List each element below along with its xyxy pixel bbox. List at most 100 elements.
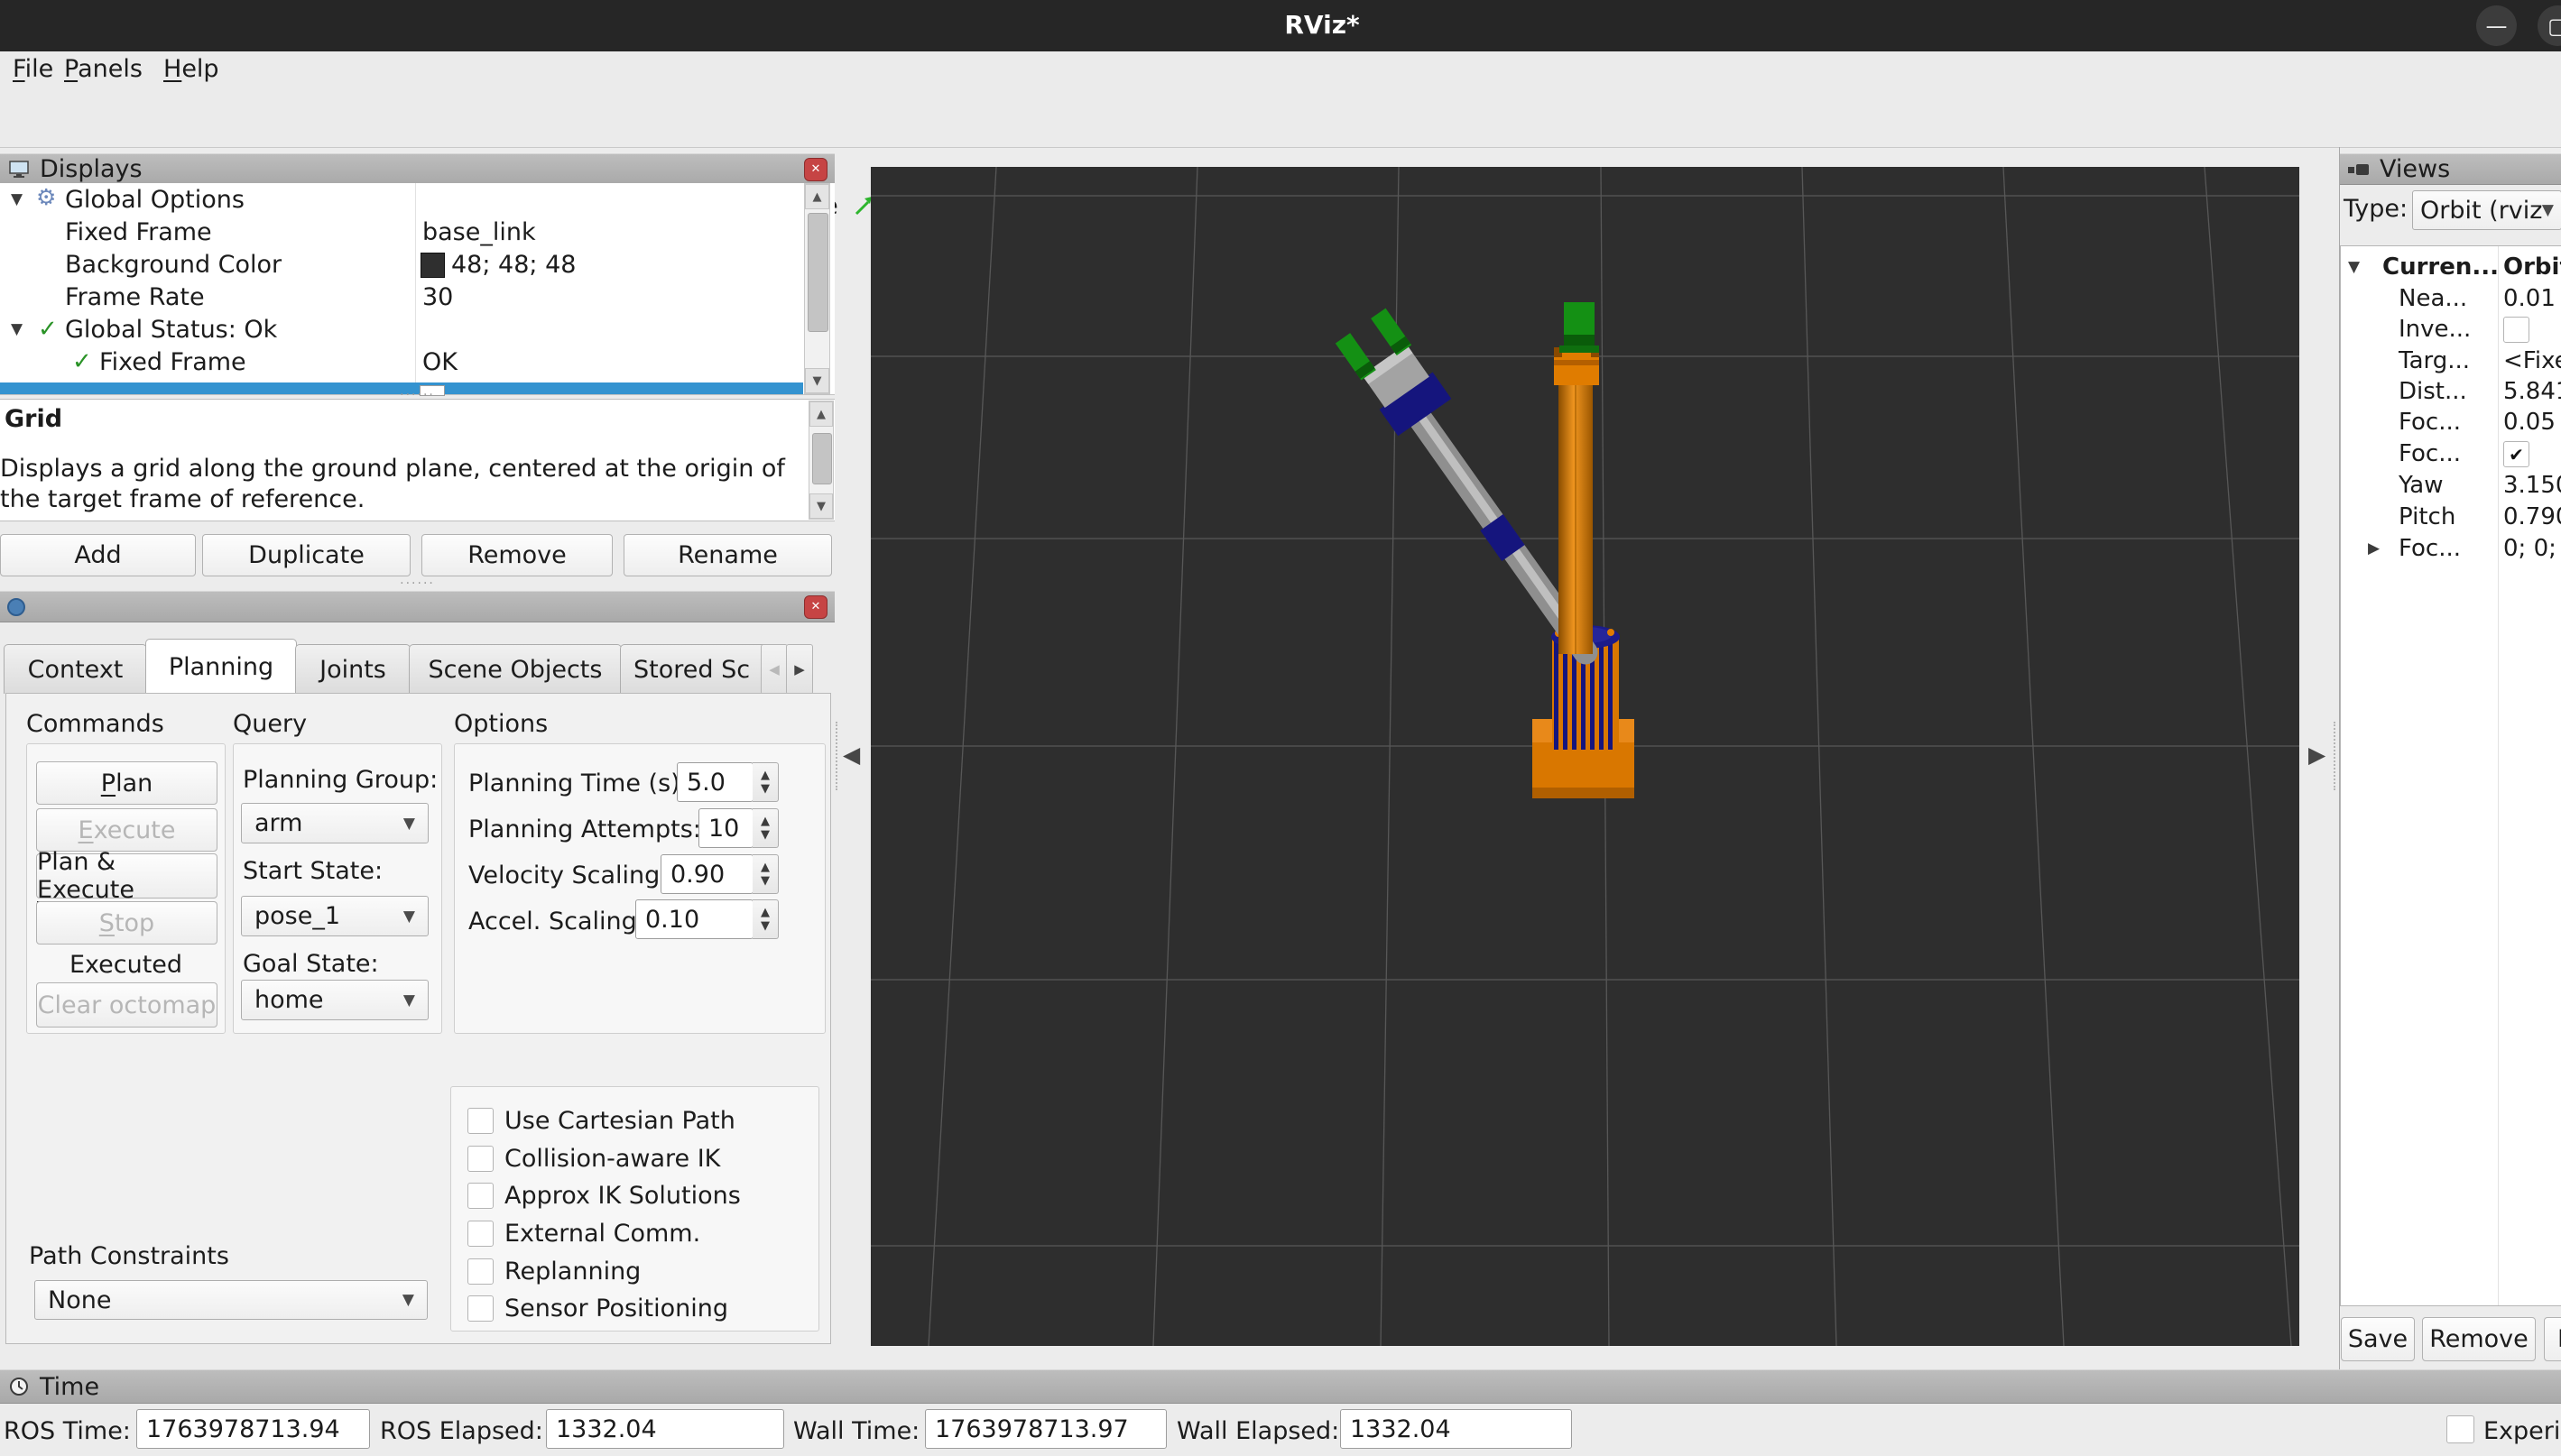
tree-item-value[interactable]: 30 (422, 283, 453, 311)
tab-planning[interactable]: Planning (145, 639, 297, 695)
velocity-scaling-input[interactable]: 0.90 (661, 854, 754, 894)
collapse-right-icon[interactable]: ▶ (2308, 742, 2325, 768)
wall-elapsed-field[interactable]: 1332.04 (1340, 1409, 1572, 1449)
planning-time-stepper[interactable]: ▲▼ (753, 762, 779, 802)
spin-down-icon[interactable]: ▼ (761, 828, 770, 842)
3d-viewport[interactable] (871, 167, 2299, 1346)
tree-row-frame-rate[interactable]: Frame Rate 30 (0, 281, 803, 313)
chevron-down-icon[interactable]: ▼ (2348, 258, 2360, 276)
planning-time-input[interactable]: 5.0 (677, 762, 754, 802)
planning-group-select[interactable]: arm ▼ (241, 803, 429, 843)
start-state-select[interactable]: pose_1 ▼ (241, 896, 429, 936)
tree-item-value[interactable]: base_link (422, 218, 536, 246)
wall-time-field[interactable]: 1763978713.97 (925, 1409, 1167, 1449)
dock-drag-handle[interactable] (2334, 722, 2335, 790)
tree-row-fixed-frame[interactable]: Fixed Frame base_link (0, 216, 803, 248)
ros-time-field[interactable]: 1763978713.94 (136, 1409, 370, 1449)
checkbox-checked[interactable]: ✔ (2503, 441, 2529, 467)
scroll-up-icon[interactable]: ▲ (805, 184, 829, 209)
tree-item-value[interactable]: 0.790 (2503, 503, 2561, 530)
rename-button[interactable]: Rename (624, 534, 832, 576)
clear-octomap-button[interactable]: Clear octomap (36, 982, 217, 1027)
spin-up-icon[interactable]: ▲ (761, 815, 770, 828)
path-constraints-select[interactable]: None ▼ (34, 1280, 428, 1320)
maximize-button[interactable]: ▢ (2538, 5, 2561, 46)
duplicate-button[interactable]: Duplicate (202, 534, 411, 576)
remove-view-button[interactable]: Remove (2422, 1317, 2536, 1361)
spin-up-icon[interactable]: ▲ (761, 769, 770, 782)
checkbox-unchecked[interactable] (2503, 317, 2529, 343)
tree-item-value[interactable]: 0; 0; 0 (2503, 535, 2561, 562)
chevron-down-icon[interactable]: ▼ (11, 190, 23, 208)
close-icon[interactable]: ✕ (804, 158, 827, 181)
ros-elapsed-field[interactable]: 1332.04 (546, 1409, 784, 1449)
tree-row-global-status[interactable]: ▼ ✓ Global Status: Ok (0, 313, 803, 346)
collision-aware-ik-checkbox[interactable] (467, 1146, 494, 1172)
scroll-down-icon[interactable]: ▼ (805, 368, 829, 393)
rename-view-button[interactable]: R (2544, 1317, 2561, 1361)
tree-row-global-options[interactable]: ▼ ⚙ Global Options (0, 183, 803, 216)
tree-item-value[interactable]: 5.841 (2503, 378, 2561, 405)
views-row-yaw[interactable]: Yaw 3.150 (2341, 470, 2561, 501)
tab-scene-objects[interactable]: Scene Objects (409, 644, 622, 694)
tree-item-value[interactable]: 0.01 (2503, 285, 2556, 312)
dock-drag-handle[interactable] (836, 722, 837, 790)
use-cartesian-path-checkbox[interactable] (467, 1108, 494, 1134)
motion-planning-header[interactable]: ✕ (0, 591, 835, 622)
spin-down-icon[interactable]: ▼ (761, 782, 770, 796)
spin-down-icon[interactable]: ▼ (761, 919, 770, 933)
add-button[interactable]: Add (0, 534, 196, 576)
velocity-scaling-stepper[interactable]: ▲▼ (753, 854, 779, 894)
tree-item-value[interactable]: 3.150 (2503, 472, 2561, 499)
plan-button[interactable]: Plan (36, 761, 217, 805)
scrollbar[interactable]: ▲ ▼ (804, 183, 830, 394)
scroll-thumb[interactable] (808, 213, 828, 332)
views-row-focal-shape-size[interactable]: Foc... 0.05 (2341, 407, 2561, 438)
menu-help[interactable]: Help (163, 54, 219, 85)
scroll-thumb[interactable] (812, 433, 832, 484)
menu-file[interactable]: File (13, 54, 53, 85)
spin-up-icon[interactable]: ▲ (761, 906, 770, 919)
replanning-checkbox[interactable] (467, 1258, 494, 1285)
chevron-right-icon[interactable]: ▶ (2368, 539, 2380, 558)
execute-button[interactable]: Execute (36, 808, 217, 852)
tree-item-value[interactable]: 0.05 (2503, 409, 2556, 436)
save-view-button[interactable]: Save (2341, 1317, 2415, 1361)
tab-context[interactable]: Context (4, 644, 147, 694)
views-row-near-clip[interactable]: Nea... 0.01 (2341, 283, 2561, 314)
minimize-button[interactable]: — (2476, 5, 2517, 46)
tab-stored-scenes[interactable]: Stored Sc (620, 644, 775, 694)
views-row-current-view[interactable]: ▼ Curren... Orbit (2341, 252, 2561, 282)
views-panel-header[interactable]: Views (2340, 153, 2561, 185)
tree-row-fixed-frame-status[interactable]: ✓ Fixed Frame OK (0, 346, 803, 378)
spin-up-icon[interactable]: ▲ (761, 861, 770, 874)
planning-attempts-input[interactable]: 10 (698, 808, 754, 848)
sensor-positioning-checkbox[interactable] (467, 1295, 494, 1322)
collapse-left-icon[interactable]: ◀ (843, 742, 860, 768)
view-type-select[interactable]: Orbit (rviz ▼ (2412, 190, 2561, 230)
close-icon[interactable]: ✕ (804, 595, 827, 619)
color-swatch[interactable] (421, 253, 445, 278)
approx-ik-solutions-checkbox[interactable] (467, 1183, 494, 1209)
views-row-target-frame[interactable]: Targ... <Fixe (2341, 346, 2561, 376)
views-row-focal-shape-fixed[interactable]: Foc... ✔ (2341, 438, 2561, 469)
views-row-pitch[interactable]: Pitch 0.790 (2341, 502, 2561, 532)
views-row-focal-point[interactable]: ▶ Foc... 0; 0; 0 (2341, 533, 2561, 564)
external-comm-checkbox[interactable] (467, 1221, 494, 1247)
remove-button[interactable]: Remove (421, 534, 613, 576)
splitter-handle[interactable]: ······ (0, 582, 835, 587)
tab-scroll-left-icon[interactable]: ◀ (761, 644, 788, 695)
menu-panels[interactable]: Panels (64, 54, 143, 85)
tree-item-value[interactable]: <Fixe (2503, 347, 2561, 374)
displays-panel-header[interactable]: Displays ✕ (0, 153, 835, 185)
scrollbar[interactable]: ▲ ▼ (809, 401, 834, 520)
time-panel-header[interactable]: Time (0, 1369, 2561, 1404)
goal-state-select[interactable]: home ▼ (241, 980, 429, 1020)
tab-joints[interactable]: Joints (295, 644, 411, 694)
scroll-down-icon[interactable]: ▼ (809, 493, 833, 519)
accel-scaling-stepper[interactable]: ▲▼ (753, 899, 779, 939)
planning-attempts-stepper[interactable]: ▲▼ (753, 808, 779, 848)
views-row-distance[interactable]: Dist... 5.841 (2341, 376, 2561, 407)
tab-scroll-right-icon[interactable]: ▶ (786, 644, 813, 695)
spin-down-icon[interactable]: ▼ (761, 874, 770, 888)
